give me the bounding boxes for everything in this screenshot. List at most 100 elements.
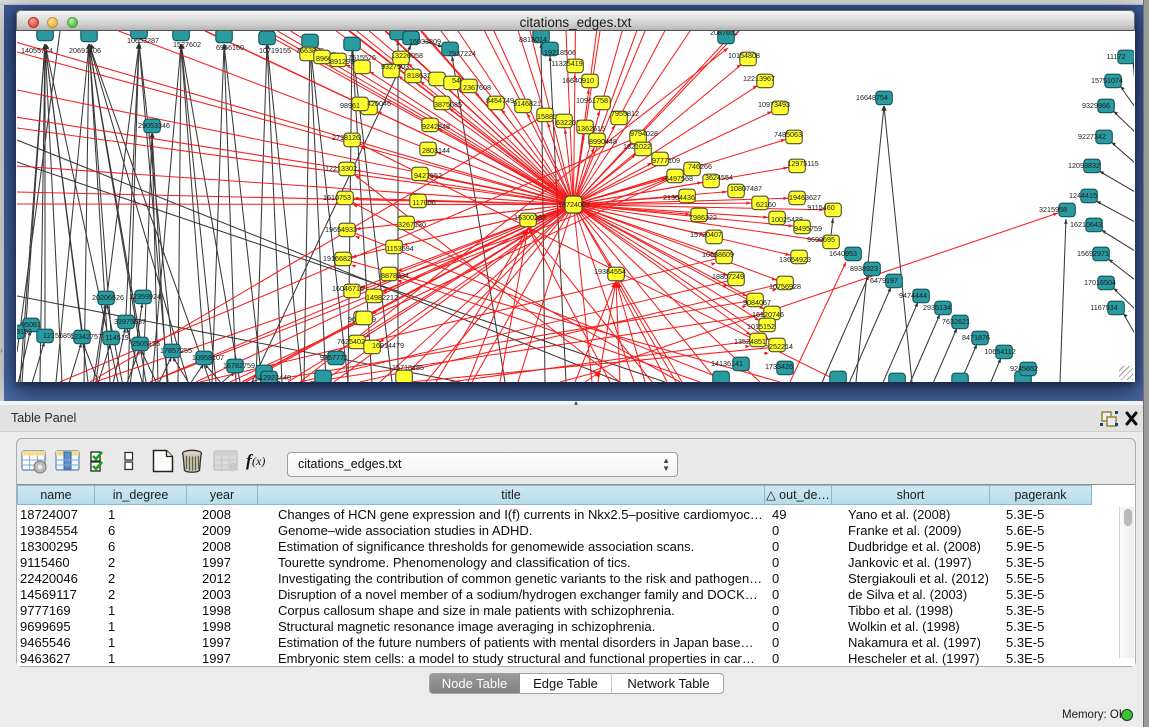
svg-text:10756928: 10756928 bbox=[769, 282, 801, 291]
svg-text:7632621: 7632621 bbox=[942, 317, 970, 326]
svg-text:7986322: 7986322 bbox=[689, 213, 717, 222]
svg-text:16210643: 16210643 bbox=[1070, 220, 1102, 229]
svg-text:1610753: 1610753 bbox=[323, 193, 351, 202]
svg-text:8990448: 8990448 bbox=[589, 137, 617, 146]
svg-text:9427552: 9427552 bbox=[414, 171, 442, 180]
svg-text:16648754: 16648754 bbox=[856, 93, 888, 102]
svg-text:11325419: 11325419 bbox=[551, 59, 582, 68]
svg-text:9245652: 9245652 bbox=[1010, 364, 1038, 373]
svg-text:7937224: 7937224 bbox=[448, 49, 476, 58]
svg-text:1640953: 1640953 bbox=[829, 249, 857, 258]
svg-text:17016504: 17016504 bbox=[1084, 278, 1116, 287]
svg-text:15720407: 15720407 bbox=[690, 230, 722, 239]
svg-text:29053346: 29053346 bbox=[138, 121, 170, 130]
svg-text:(x): (x) bbox=[252, 454, 265, 468]
svg-text:7955812: 7955812 bbox=[611, 109, 639, 118]
svg-text:114519: 114519 bbox=[105, 333, 128, 342]
svg-text:13654923: 13654923 bbox=[779, 255, 811, 264]
svg-text:21364436: 21364436 bbox=[663, 193, 695, 202]
svg-text:98961: 98961 bbox=[340, 101, 360, 110]
svg-text:9474444: 9474444 bbox=[899, 291, 927, 300]
svg-text:16914479: 16914479 bbox=[372, 341, 404, 350]
svg-text:2505135: 2505135 bbox=[132, 339, 160, 348]
svg-text:11172: 11172 bbox=[1107, 52, 1126, 61]
svg-text:2803144: 2803144 bbox=[422, 146, 450, 155]
svg-text:14055724: 14055724 bbox=[21, 46, 53, 55]
svg-text:117006: 117006 bbox=[412, 198, 435, 207]
svg-text:16640910: 16640910 bbox=[562, 76, 594, 85]
svg-text:15751074: 15751074 bbox=[1091, 76, 1123, 85]
svg-text:9777109: 9777109 bbox=[652, 156, 680, 165]
svg-text:3875685: 3875685 bbox=[434, 100, 462, 109]
svg-text:12213967: 12213967 bbox=[743, 74, 775, 83]
svg-text:10973493: 10973493 bbox=[758, 100, 790, 109]
svg-text:33975887: 33975887 bbox=[114, 317, 146, 326]
svg-text:12213302: 12213302 bbox=[325, 164, 357, 173]
svg-text:9146821: 9146821 bbox=[513, 99, 541, 108]
svg-text:6479197: 6479197 bbox=[870, 276, 898, 285]
svg-text:20691406: 20691406 bbox=[69, 46, 101, 55]
svg-text:14982212: 14982212 bbox=[366, 293, 398, 302]
svg-text:7625402: 7625402 bbox=[337, 337, 365, 346]
svg-text:9495759: 9495759 bbox=[794, 224, 822, 233]
svg-text:1244415: 1244415 bbox=[1069, 191, 1097, 200]
svg-text:15300283: 15300283 bbox=[514, 213, 546, 222]
svg-text:1916682: 1916682 bbox=[323, 254, 351, 263]
svg-text:8938923: 8938923 bbox=[850, 264, 878, 273]
svg-text:20206526: 20206526 bbox=[92, 293, 124, 302]
svg-text:17857255: 17857255 bbox=[160, 346, 192, 355]
svg-text:7485063: 7485063 bbox=[774, 130, 802, 139]
svg-text:13226058: 13226058 bbox=[391, 51, 423, 60]
svg-text:2718126: 2718126 bbox=[332, 133, 360, 142]
svg-text:12342757: 12342757 bbox=[70, 332, 102, 341]
svg-text:9794028: 9794028 bbox=[630, 129, 658, 138]
svg-text:10961758: 10961758 bbox=[576, 96, 608, 105]
svg-text:19654933: 19654933 bbox=[325, 225, 357, 234]
svg-text:16120746: 16120746 bbox=[752, 310, 784, 319]
svg-text:9084067: 9084067 bbox=[743, 298, 771, 307]
svg-text:19384554: 19384554 bbox=[594, 267, 626, 276]
svg-text:1167534: 1167534 bbox=[1090, 303, 1117, 312]
svg-text:10654112: 10654112 bbox=[984, 347, 1015, 356]
svg-text:13524851: 13524851 bbox=[734, 337, 766, 346]
svg-text:62160: 62160 bbox=[756, 200, 776, 209]
svg-text:10958107: 10958107 bbox=[192, 353, 224, 362]
svg-text:9227342: 9227342 bbox=[1078, 132, 1106, 141]
svg-text:8471876: 8471876 bbox=[962, 333, 990, 342]
svg-text:3267130: 3267130 bbox=[398, 220, 426, 229]
svg-text:2087652: 2087652 bbox=[710, 31, 738, 37]
svg-text:8878334: 8878334 bbox=[381, 271, 409, 280]
svg-text:9857771: 9857771 bbox=[320, 353, 348, 362]
svg-text:6966160: 6966160 bbox=[216, 43, 244, 52]
svg-text:14136141: 14136141 bbox=[711, 359, 743, 368]
svg-text:1362615: 1362615 bbox=[577, 124, 605, 133]
svg-text:12975115: 12975115 bbox=[787, 159, 818, 168]
svg-text:2935134: 2935134 bbox=[923, 303, 951, 312]
svg-text:19218506: 19218506 bbox=[544, 48, 576, 57]
svg-text:16782759: 16782759 bbox=[223, 361, 255, 370]
svg-text:1527602: 1527602 bbox=[173, 40, 201, 49]
svg-text:19463627: 19463627 bbox=[789, 193, 821, 202]
svg-text:8454749: 8454749 bbox=[486, 96, 514, 105]
svg-text:3215958: 3215958 bbox=[1039, 205, 1067, 214]
svg-text:252214: 252214 bbox=[769, 342, 793, 351]
svg-text:15718485: 15718485 bbox=[392, 363, 424, 372]
svg-text:10653287: 10653287 bbox=[127, 36, 159, 45]
svg-text:9115460: 9115460 bbox=[807, 203, 834, 212]
svg-text:10719155: 10719155 bbox=[259, 46, 291, 55]
svg-text:9699695: 9699695 bbox=[807, 235, 835, 244]
svg-text:1621022: 1621022 bbox=[623, 142, 651, 151]
svg-text:12923448: 12923448 bbox=[259, 373, 291, 382]
svg-text:10807487: 10807487 bbox=[730, 184, 762, 193]
svg-text:18724007: 18724007 bbox=[558, 200, 590, 209]
svg-text:16046716: 16046716 bbox=[332, 284, 364, 293]
svg-text:15692971: 15692971 bbox=[1077, 249, 1109, 258]
svg-text:18807249: 18807249 bbox=[712, 272, 744, 281]
svg-text:10688609: 10688609 bbox=[702, 250, 734, 259]
svg-text:3624554: 3624554 bbox=[705, 173, 733, 182]
svg-text:2367608: 2367608 bbox=[463, 83, 491, 92]
svg-text:1733426: 1733426 bbox=[765, 362, 793, 371]
svg-text:12093832: 12093832 bbox=[1068, 161, 1100, 170]
svg-text:9329966: 9329966 bbox=[1082, 101, 1110, 110]
svg-text:16033809: 16033809 bbox=[409, 37, 441, 46]
